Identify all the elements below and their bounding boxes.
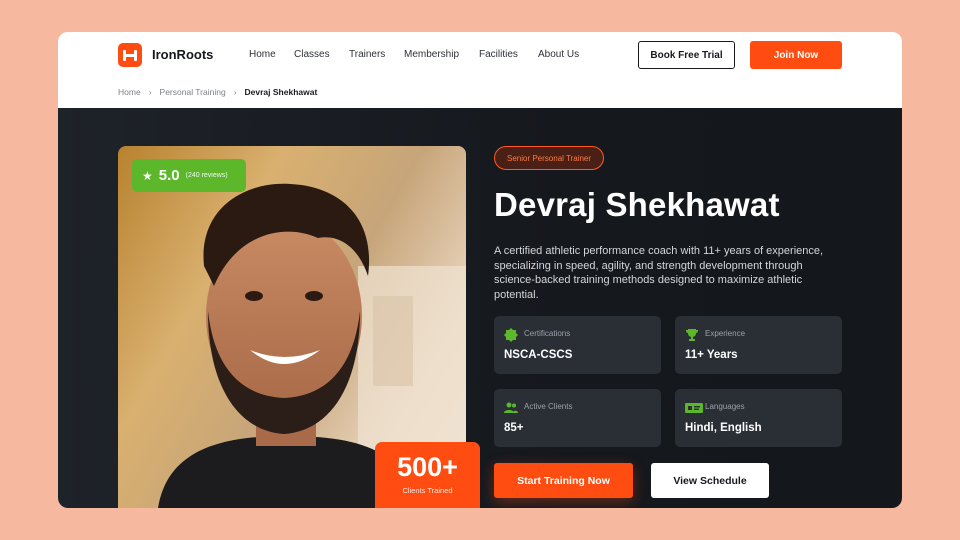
clients-trained-badge: 500+ Clients Trained [375,442,480,508]
stat-value: 11+ Years [685,349,738,361]
rating-score: 5.0 [158,167,180,184]
chevron-right-icon: › [233,87,237,97]
nav-link-facilities[interactable]: Facilities [479,49,518,60]
stat-card-experience: Experience 11+ Years [675,316,842,374]
breadcrumb-current: Devraj Shekhawat [244,87,318,97]
badge-icon [504,328,518,342]
stat-value: Hindi, English [685,422,762,434]
nav-link-home[interactable]: Home [249,49,276,60]
stat-card-active-clients: Active Clients 85+ [494,389,661,447]
language-icon [685,403,703,413]
stat-label: Languages [705,402,745,411]
chevron-right-icon: › [148,87,152,97]
trophy-icon [686,329,698,341]
nav-link-about[interactable]: About Us [538,49,579,60]
trainer-hero-section: ★ 5.0 (240 reviews) 500+ Clients Trained… [58,108,902,508]
stat-value: NSCA-CSCS [504,349,573,361]
nav-link-trainers[interactable]: Trainers [349,49,385,60]
clients-label: Clients Trained [402,486,453,495]
view-schedule-button[interactable]: View Schedule [651,463,769,498]
brand-name[interactable]: IronRoots [152,47,213,62]
users-icon [504,402,518,413]
start-training-button[interactable]: Start Training Now [494,463,633,498]
rating-count: (240 reviews) [185,172,228,179]
nav-link-classes[interactable]: Classes [294,49,330,60]
trainer-bio: A certified athletic performance coach w… [494,245,824,301]
stat-label: Certifications [524,329,571,338]
stat-card-certifications: Certifications NSCA-CSCS [494,316,661,374]
trainer-name: Devraj Shekhawat [494,186,780,223]
book-free-trial-button[interactable]: Book Free Trial [638,41,735,69]
dumbbell-icon[interactable] [118,43,142,67]
join-now-button[interactable]: Join Now [750,41,842,69]
browser-frame: IronRoots Home Classes Trainers Membersh… [58,32,902,508]
breadcrumb-home[interactable]: Home [118,87,141,97]
stat-label: Experience [705,329,746,338]
stat-label: Active Clients [524,402,573,411]
breadcrumb-personal-training[interactable]: Personal Training [160,87,226,97]
breadcrumb: Home › Personal Training › Devraj Shekha… [118,87,317,97]
clients-count: 500+ [397,452,458,482]
role-tag: Senior Personal Trainer [494,146,605,170]
nav-link-membership[interactable]: Membership [404,49,459,60]
stat-value: 85+ [504,422,524,434]
rating-badge: ★ 5.0 (240 reviews) [132,159,246,192]
star-icon: ★ [142,168,153,183]
top-navbar: IronRoots Home Classes Trainers Membersh… [58,32,902,78]
stat-card-languages: Languages Hindi, English [675,389,842,447]
